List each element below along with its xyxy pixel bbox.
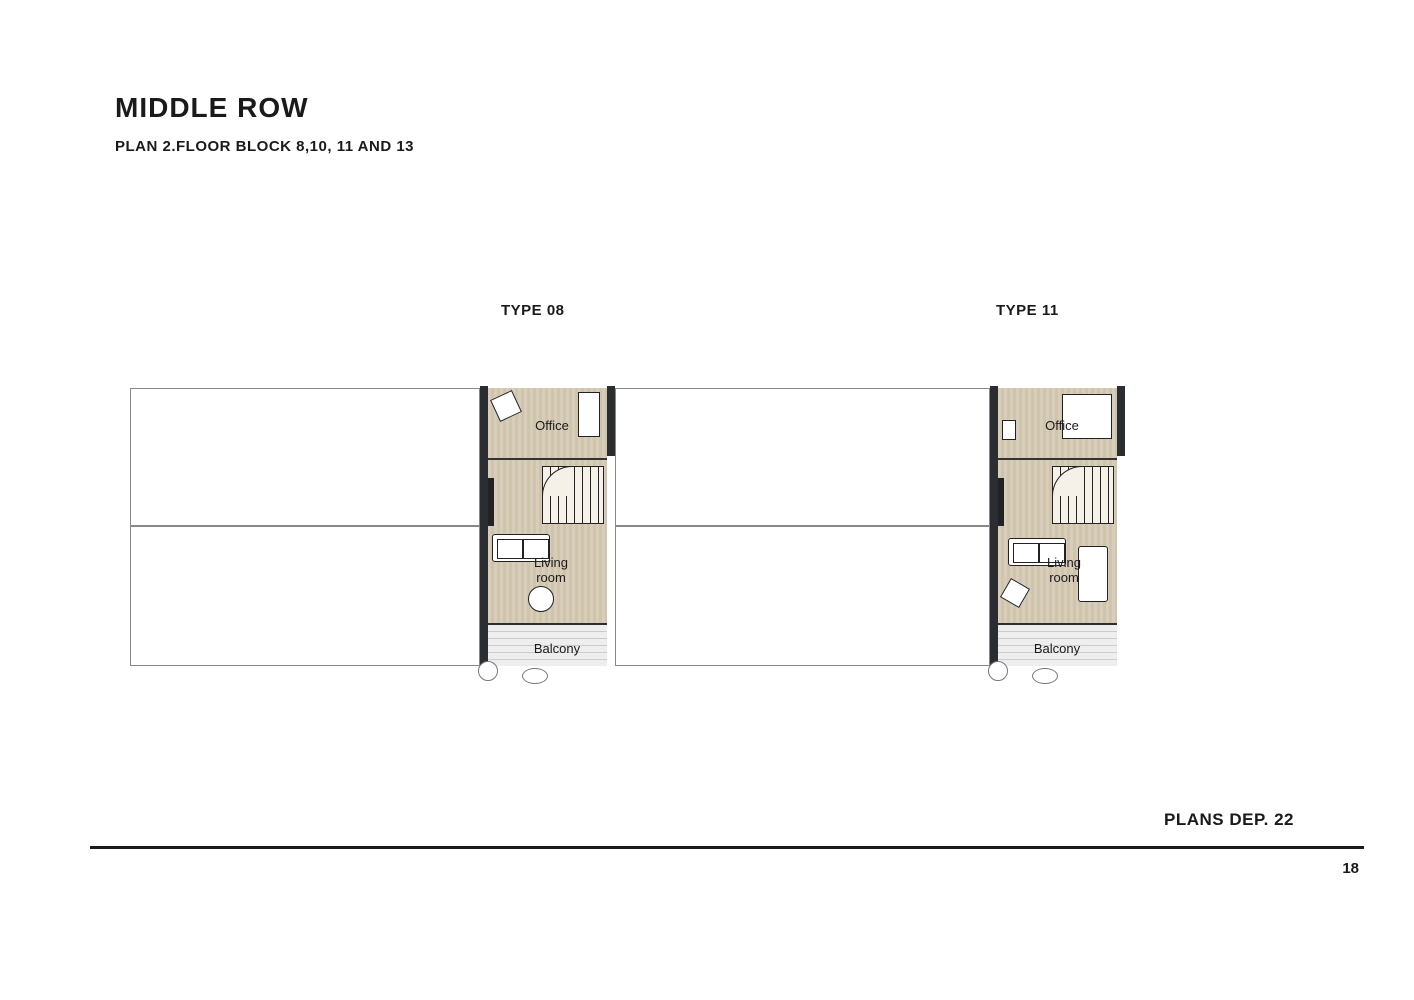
wall [607, 386, 615, 456]
footer-section-label: PLANS DEP. 22 [1164, 810, 1294, 830]
adjacent-block [615, 388, 990, 526]
adjacent-block [615, 526, 990, 666]
room-label-balcony: Balcony [527, 642, 587, 657]
furniture-icon [1002, 420, 1016, 440]
adjacent-block [130, 526, 480, 666]
wall [480, 386, 488, 666]
page-number: 18 [1342, 860, 1359, 877]
partition [488, 458, 607, 460]
footer-rule [90, 846, 1364, 849]
room-label-balcony: Balcony [1027, 642, 1087, 657]
wall [1117, 386, 1125, 456]
page-title: MIDDLE ROW [115, 92, 309, 124]
page-subtitle: PLAN 2.FLOOR BLOCK 8,10, 11 AND 13 [115, 138, 414, 155]
planter-icon [1032, 668, 1058, 684]
room-label-office: Office [528, 419, 576, 434]
unit-type-08-label: TYPE 08 [501, 302, 565, 319]
room-label-office: Office [1038, 419, 1086, 434]
partition [998, 458, 1117, 460]
planter-icon [522, 668, 548, 684]
round-table-icon [528, 586, 554, 612]
room-label-living: Living room [523, 556, 579, 586]
unit-type-11-label: TYPE 11 [996, 302, 1059, 319]
desk-icon [578, 392, 600, 437]
tv-icon [998, 478, 1004, 526]
adjacent-block [130, 388, 480, 526]
wall [990, 386, 998, 666]
planter-icon [988, 661, 1008, 681]
room-label-living: Living room [1036, 556, 1092, 586]
tv-icon [488, 478, 494, 526]
planter-icon [478, 661, 498, 681]
floor-plan-drawing [130, 388, 1290, 678]
